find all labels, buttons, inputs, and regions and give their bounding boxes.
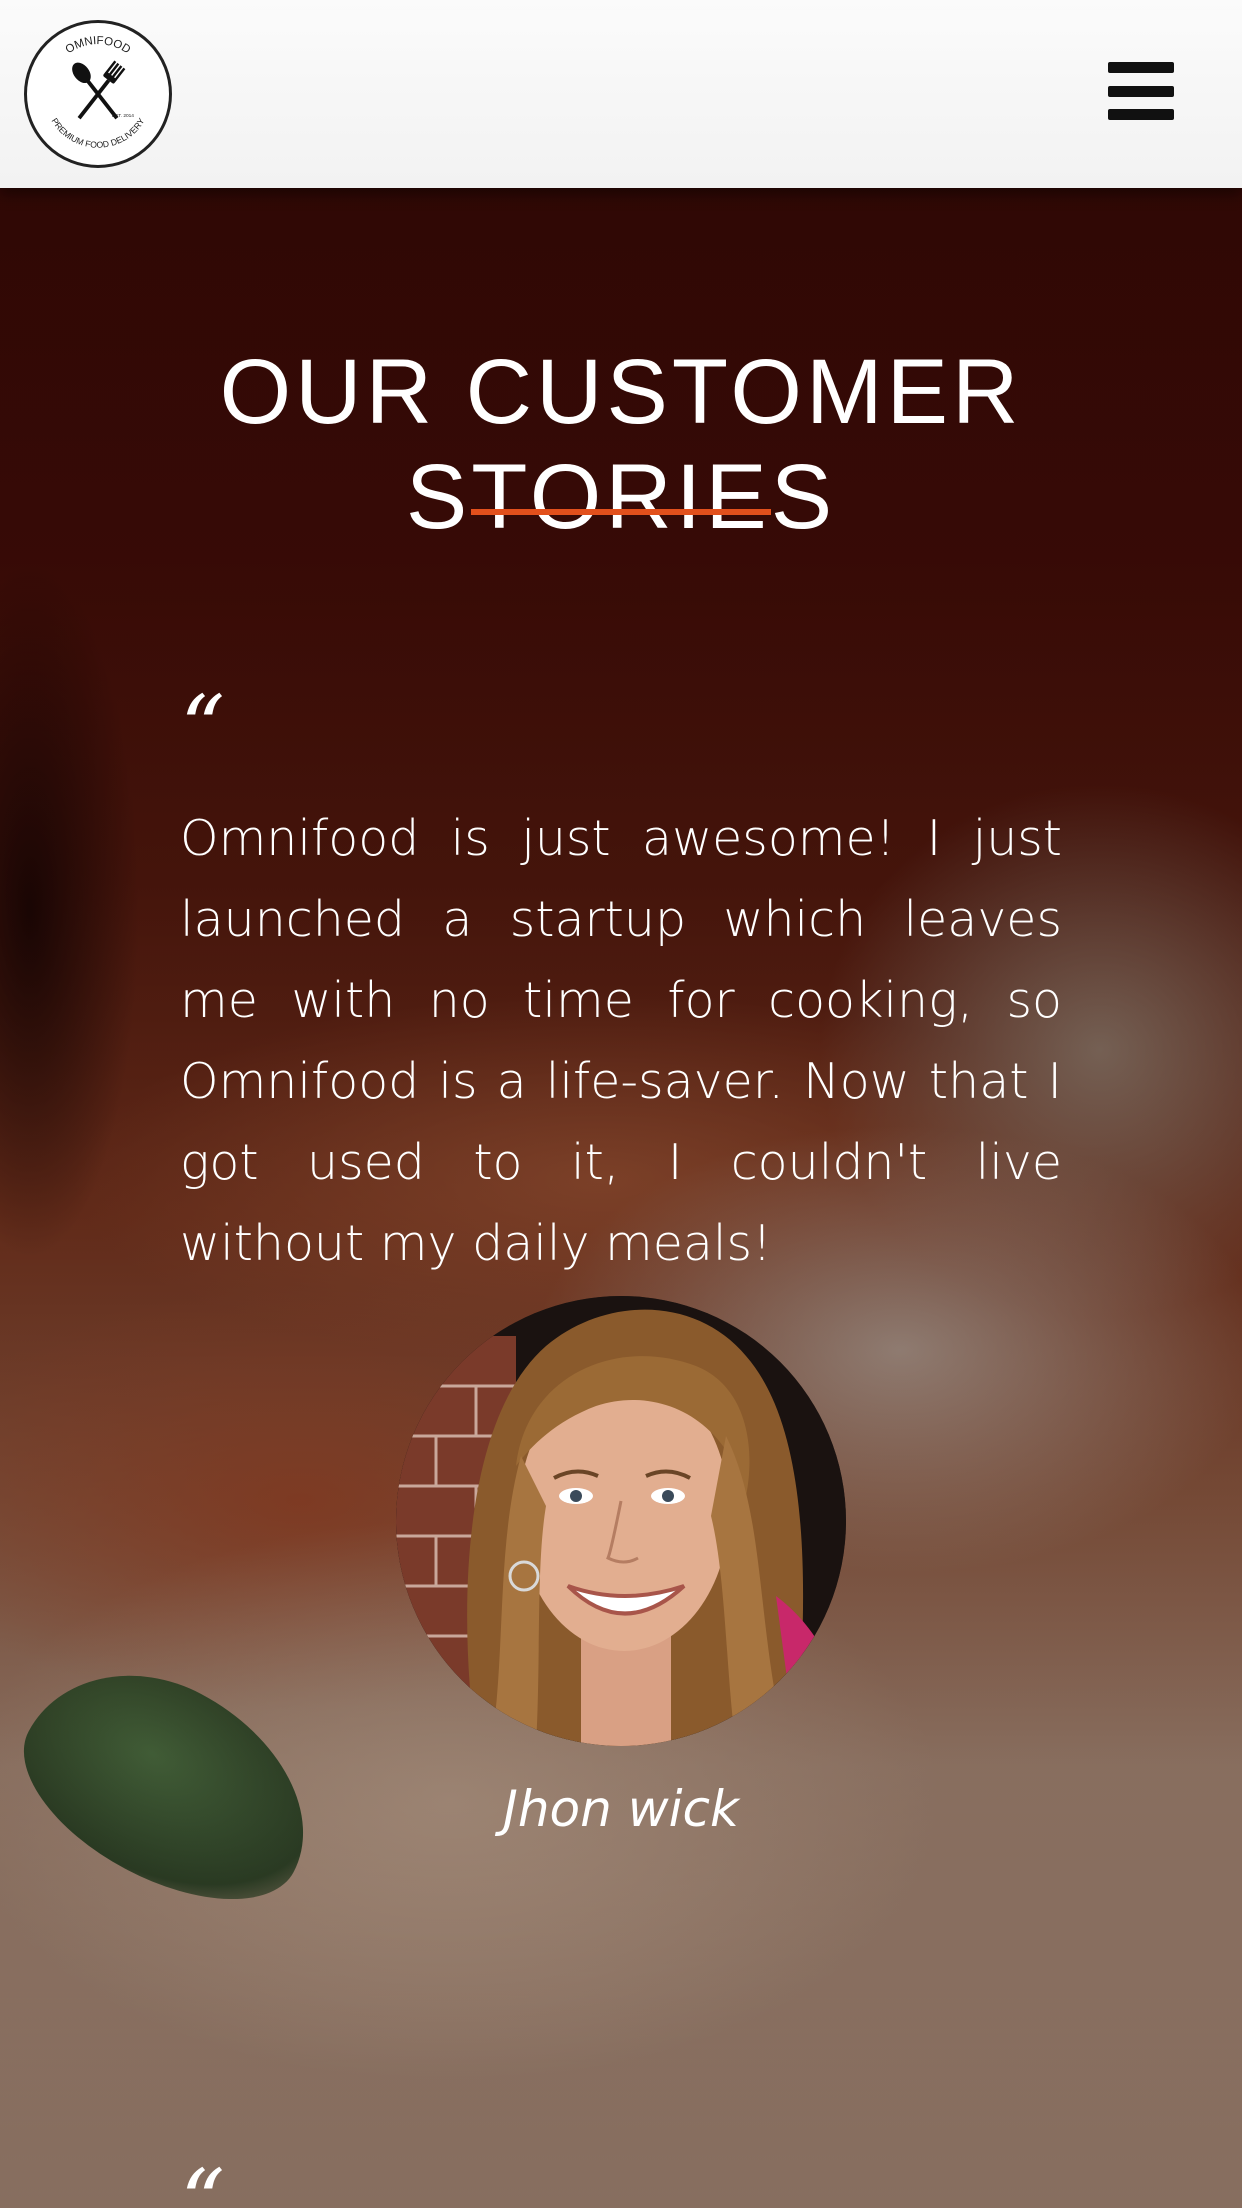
title-underline [471,509,771,515]
customer-stories-section: OUR CUSTOMER STORIES “ Omnifood is just … [0,188,1242,2208]
site-header: OMNIFOOD PREMIUM FOOD DELIVERY EST. 2014 [0,0,1242,188]
quote-mark-icon: “ [180,676,225,779]
menu-bar [1108,85,1174,97]
quote-mark-icon: “ [180,2150,225,2208]
testimonial-author: Jhon wick [503,1780,739,1838]
hamburger-menu-icon[interactable] [1108,62,1174,120]
logo-tagline-text: PREMIUM FOOD DELIVERY [50,116,147,150]
menu-bar [1108,109,1174,120]
customer-photo [396,1296,846,1746]
menu-bar [1108,62,1174,73]
logo-fork-spoon-icon: OMNIFOOD PREMIUM FOOD DELIVERY EST. 2014 [50,35,147,150]
customer-avatar [396,1296,846,1746]
svg-text:PREMIUM FOOD DELIVERY: PREMIUM FOOD DELIVERY [50,116,147,150]
logo-name-text: OMNIFOOD [64,35,133,56]
omnifood-logo[interactable]: OMNIFOOD PREMIUM FOOD DELIVERY EST. 2014 [24,20,172,168]
logo-est-text: EST. 2014 [112,113,134,119]
testimonial-text: Omnifood is just awesome! I just launche… [180,810,1062,1272]
section-title: OUR CUSTOMER STORIES [219,341,1023,548]
svg-text:OMNIFOOD: OMNIFOOD [64,35,133,56]
